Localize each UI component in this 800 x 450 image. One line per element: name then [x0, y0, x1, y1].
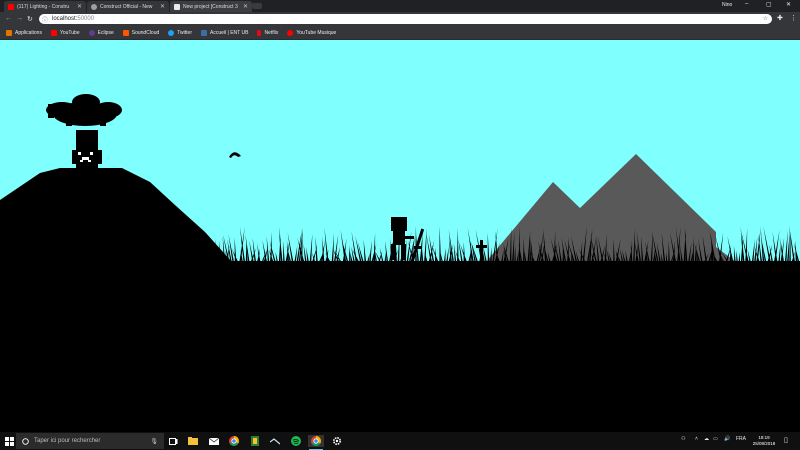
close-icon[interactable]: ✕ [160, 3, 165, 10]
spotify-icon[interactable] [290, 435, 302, 447]
notification-icon[interactable]: ▯ [784, 436, 788, 444]
info-icon[interactable]: ⓘ [42, 15, 48, 24]
tab-lighting[interactable]: (117) Lighting - Constru ✕ [4, 1, 86, 12]
microphone-icon[interactable]: 🎙 [150, 438, 158, 445]
chrome-icon[interactable] [228, 435, 240, 447]
tab-strip: (117) Lighting - Constru ✕ Construct Off… [0, 0, 800, 12]
youtube-icon [50, 29, 57, 36]
app-icon[interactable] [249, 435, 261, 447]
search-placeholder: Taper ici pour rechercher [34, 438, 101, 444]
mail-icon[interactable] [208, 435, 220, 447]
netflix-icon [257, 29, 262, 36]
tab-title: (117) Lighting - Constru [17, 3, 70, 10]
taskbar: Taper ici pour rechercher 🎙 ⚇ ˄ ☁ ▭ 🔊 FR… [0, 432, 800, 450]
page-icon [174, 3, 180, 10]
bookmark-ent-ub[interactable]: Accueil | ENT UB [201, 29, 248, 36]
close-icon[interactable]: ✕ [77, 3, 82, 10]
extension-icon[interactable]: ✚ [777, 14, 783, 22]
game-canvas[interactable] [0, 40, 800, 432]
address-bar[interactable]: ⓘ localhost:50000 ☆ [39, 14, 772, 24]
volume-icon[interactable]: 🔊 [724, 436, 730, 442]
minimize-icon[interactable]: – [745, 1, 748, 7]
soundcloud-icon [122, 29, 129, 36]
apps-grid-icon [6, 29, 12, 36]
file-explorer-icon[interactable] [187, 435, 199, 447]
menu-icon[interactable]: ⋮ [790, 14, 797, 22]
search-icon [22, 437, 29, 445]
task-view-icon[interactable] [167, 435, 179, 447]
tab-title: Construct Official - New [100, 3, 153, 10]
bookmark-eclipse[interactable]: Eclipse [88, 29, 114, 36]
steam-icon[interactable] [269, 435, 281, 447]
close-icon[interactable]: ✕ [243, 3, 248, 10]
settings-gear-icon[interactable] [331, 435, 343, 447]
tab-construct-official[interactable]: Construct Official - New ✕ [87, 1, 169, 12]
forward-icon[interactable]: → [16, 15, 23, 22]
twitter-icon [168, 29, 175, 36]
taskbar-clock[interactable]: 18:19 25/08/2018 [750, 435, 778, 447]
windows-start-icon[interactable] [3, 435, 15, 447]
network-icon[interactable]: ▭ [713, 436, 718, 442]
back-icon[interactable]: ← [5, 15, 12, 22]
bookmark-star-icon[interactable]: ☆ [763, 15, 768, 22]
bookmark-youtube[interactable]: YouTube [50, 29, 80, 36]
bookmark-twitter[interactable]: Twitter [168, 29, 192, 36]
input-language[interactable]: FRA [736, 436, 746, 442]
bookmark-soundcloud[interactable]: SoundCloud [122, 29, 159, 36]
chrome-active-icon[interactable] [308, 435, 324, 447]
bookmark-youtube-music[interactable]: YouTube Musique [287, 29, 336, 36]
bookmark-netflix[interactable]: Netflix [257, 29, 278, 36]
youtube-icon [8, 3, 14, 10]
reload-icon[interactable]: ↻ [27, 15, 33, 23]
bookmark-applications[interactable]: Applications [6, 29, 42, 36]
ent-ub-icon [201, 29, 208, 36]
eclipse-icon [88, 29, 95, 36]
maximize-icon[interactable]: ▢ [766, 1, 772, 8]
cloud-icon[interactable]: ☁ [704, 436, 709, 442]
chevron-up-icon[interactable]: ˄ [695, 436, 698, 442]
construct-icon [91, 3, 97, 10]
clock-date: 25/08/2018 [752, 441, 776, 446]
tab-title: New project [Construct 3 [183, 3, 238, 10]
tab-new-project[interactable]: New project [Construct 3 ✕ [170, 1, 252, 12]
youtube-music-icon [287, 29, 294, 36]
taskbar-search-box[interactable]: Taper ici pour rechercher 🎙 [16, 433, 164, 449]
new-tab-button[interactable] [252, 3, 262, 9]
browser-toolbar: ← → ↻ ⓘ localhost:50000 ☆ ✚ ⋮ [0, 12, 800, 26]
people-icon[interactable]: ⚇ [681, 436, 685, 442]
profile-name[interactable]: Nino [722, 2, 732, 8]
url-text[interactable]: localhost:50000 [52, 16, 94, 22]
close-window-icon[interactable]: ✕ [786, 1, 791, 8]
ground [0, 261, 800, 432]
game-scene [0, 40, 800, 432]
bookmarks-bar: Applications YouTube Eclipse SoundCloud … [0, 26, 800, 40]
